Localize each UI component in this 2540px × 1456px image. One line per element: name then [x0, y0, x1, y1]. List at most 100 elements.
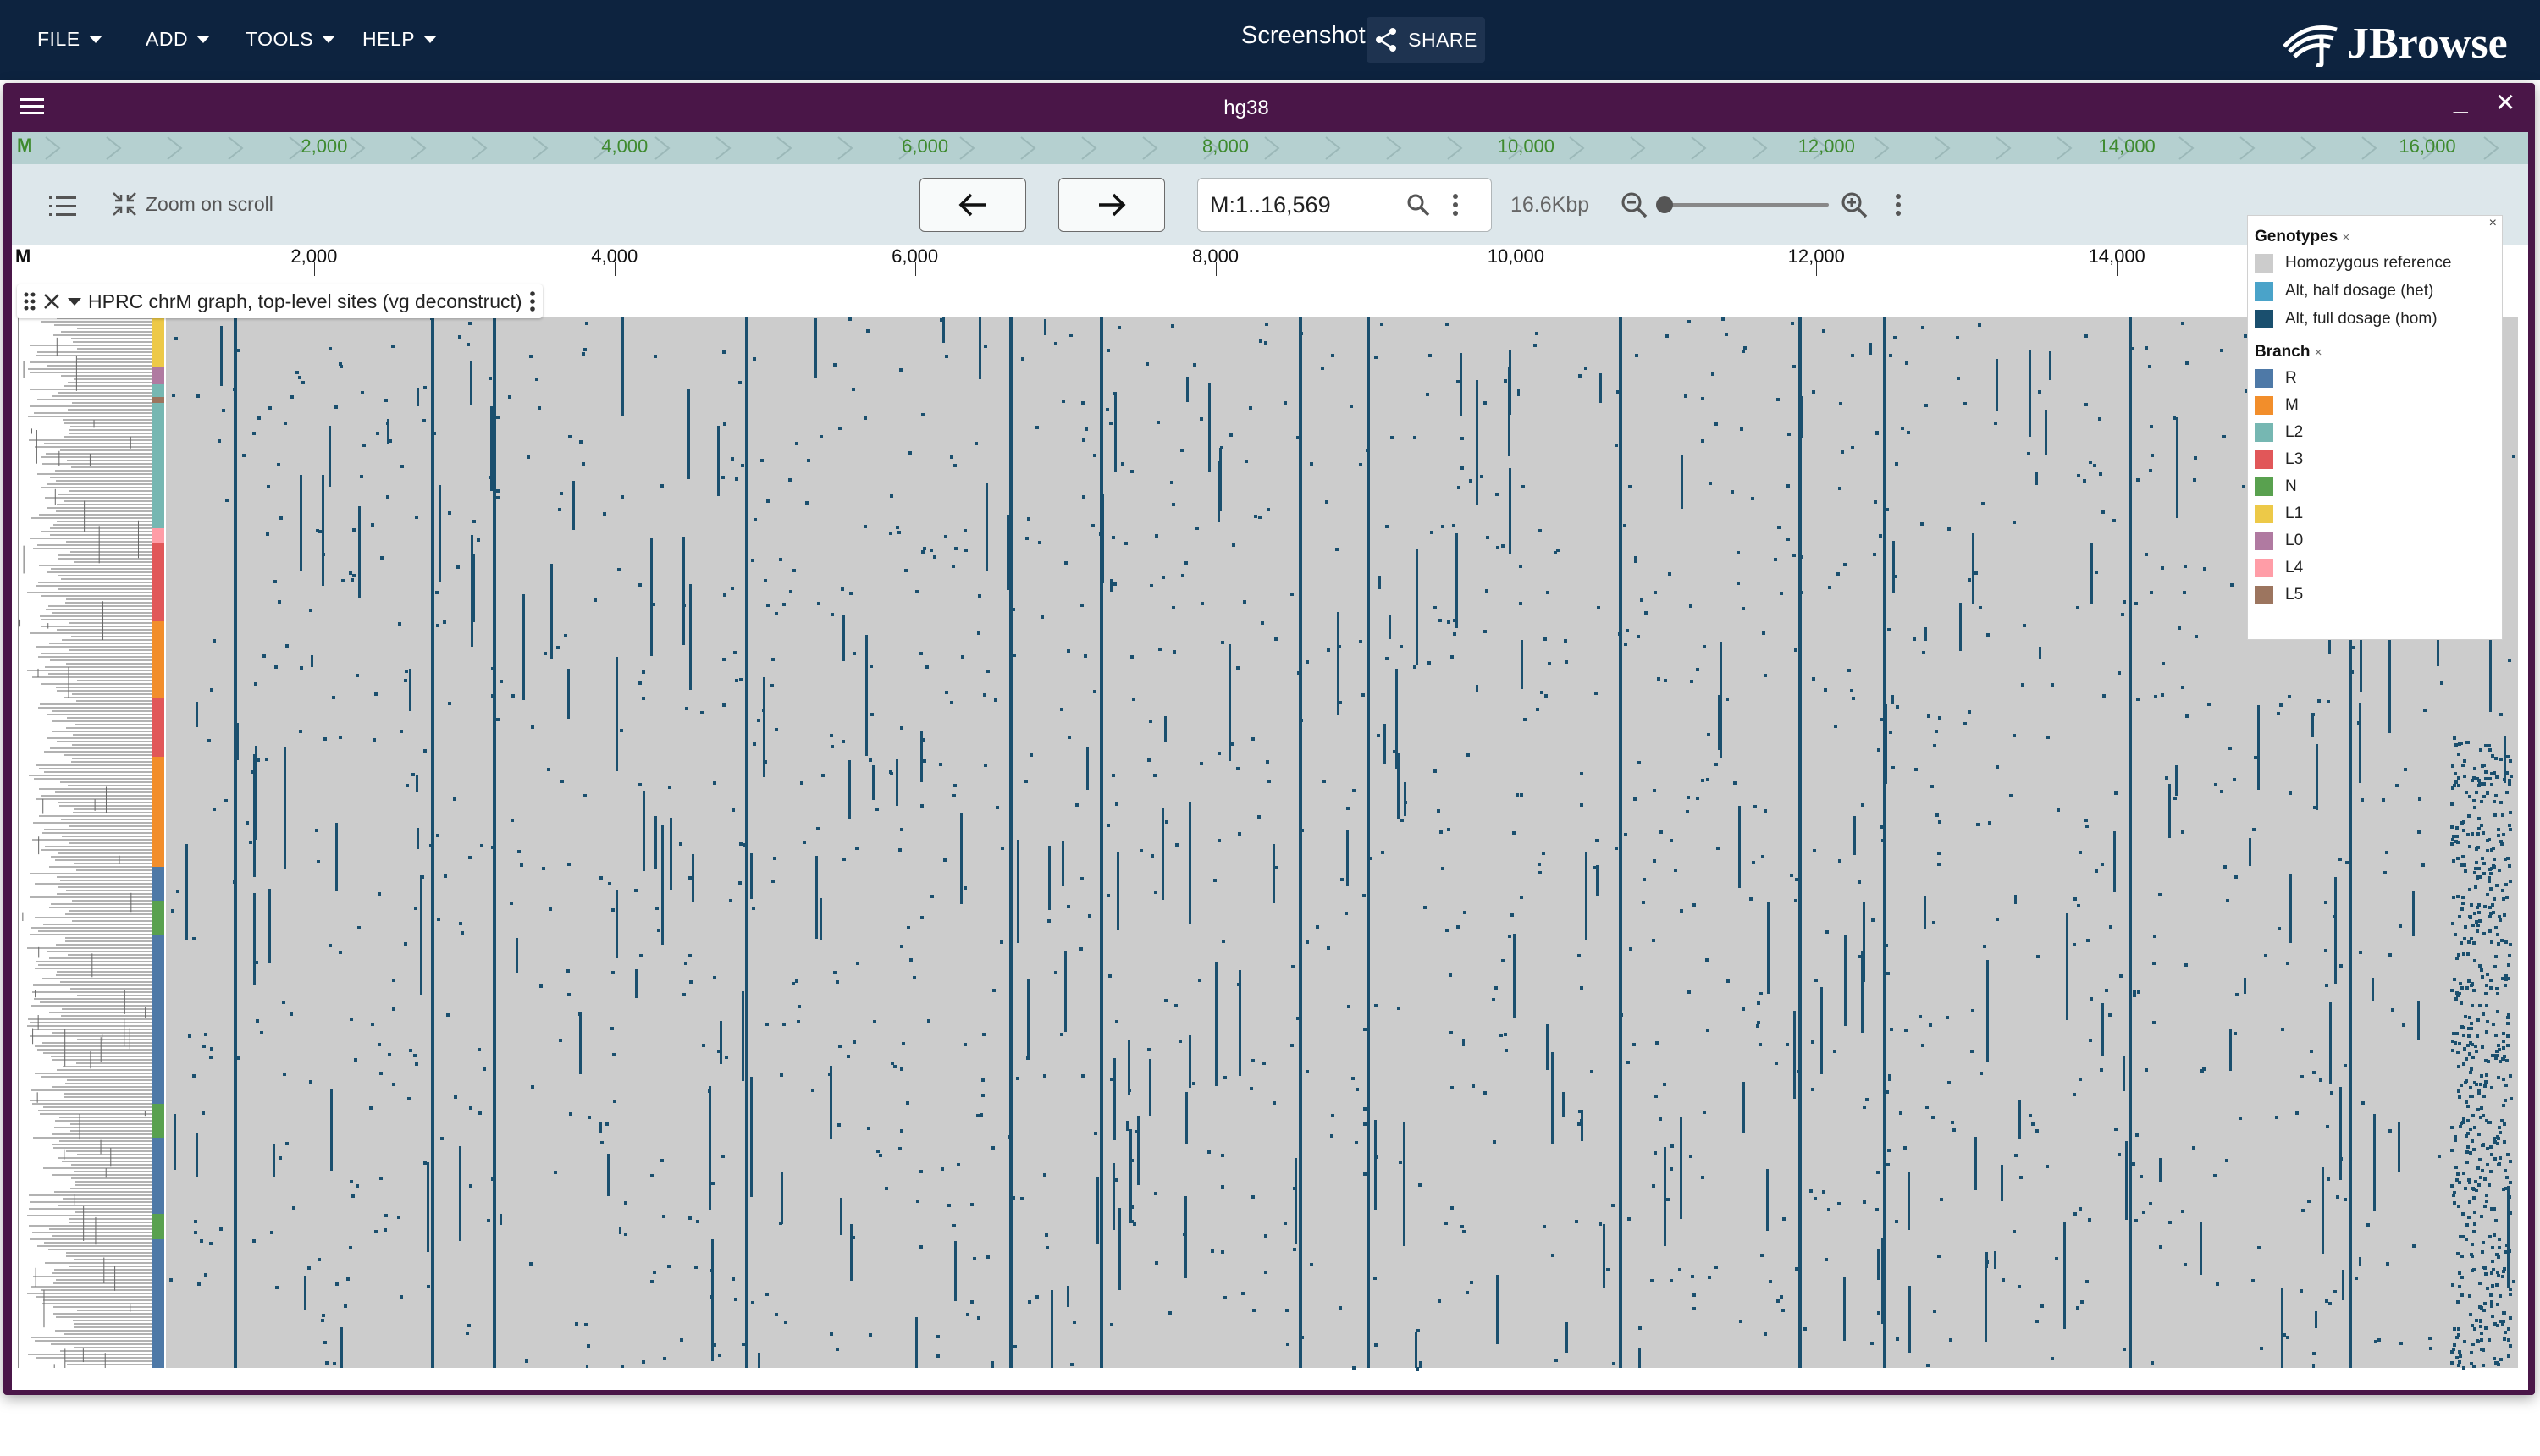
variant-call [1642, 901, 1645, 904]
legend-row-label: M [2285, 396, 2299, 414]
variant-call [1996, 765, 1999, 769]
variant-call [2451, 1283, 2454, 1287]
variant-call [1584, 367, 1588, 370]
variant-call [1811, 1040, 1814, 1044]
view-options-icon[interactable] [1895, 193, 1902, 217]
variant-call [171, 909, 174, 913]
more-vertical-icon[interactable] [1452, 193, 1459, 217]
branch-color-segment [152, 317, 164, 367]
tools-menu[interactable]: TOOLS [246, 24, 336, 54]
zoom-out-icon[interactable] [1621, 191, 1648, 218]
variant-call [1347, 1005, 1350, 1008]
minimize-button[interactable]: _ [2454, 86, 2468, 115]
zoom-on-scroll-toggle[interactable]: Zoom on scroll [112, 191, 273, 217]
variant-call [371, 523, 374, 527]
variant-call [792, 569, 796, 572]
variant-call [2223, 865, 2227, 869]
variant-segment [2329, 1002, 2332, 1084]
variant-call [837, 1123, 841, 1127]
variant-segment [2417, 1001, 2420, 1040]
variant-call [1635, 354, 1638, 357]
variant-call [1093, 454, 1096, 457]
track-menu-icon[interactable] [529, 290, 536, 312]
variant-call [517, 850, 521, 853]
add-menu[interactable]: ADD [146, 24, 211, 54]
legend-close-button[interactable]: × [2489, 216, 2497, 231]
variant-call [2454, 840, 2458, 843]
chevron-down-icon [322, 35, 336, 43]
variant-segment [1509, 468, 1511, 554]
zoom-slider-rail [1663, 203, 1829, 207]
variant-call [2512, 1280, 2515, 1283]
variant-call [351, 578, 354, 582]
zoom-in-icon[interactable] [1841, 191, 1868, 218]
overview-scalebar[interactable]: M 2,000 4,000 6,000 8,000 10,000 12,000 14,000… [12, 132, 2528, 164]
variant-call [1803, 1327, 1807, 1331]
coordinate-ruler[interactable]: M 2,000 4,000 6,000 8,000 10,000 12,000 14,000… [12, 245, 2528, 277]
variant-call [1800, 591, 1803, 594]
variant-call [1624, 833, 1627, 836]
variant-segment [1974, 1137, 1977, 1190]
variant-call [1654, 1151, 1657, 1155]
variant-segment [196, 702, 198, 727]
variant-call [2487, 1121, 2490, 1124]
search-icon[interactable] [1406, 193, 1430, 217]
variant-call [1000, 940, 1003, 944]
variant-segment [2359, 703, 2361, 783]
track-label[interactable]: HPRC chrM graph, top-level sites (vg dec… [17, 284, 543, 318]
variant-call [1450, 1206, 1454, 1210]
variant-segment [960, 813, 963, 904]
variant-call [694, 1266, 698, 1269]
file-menu[interactable]: FILE [37, 24, 102, 54]
zoom-slider-thumb[interactable] [1655, 196, 1673, 213]
variant-call [400, 465, 404, 468]
scroll-left-button[interactable] [919, 178, 1026, 232]
variant-call [2453, 1327, 2456, 1331]
session-name[interactable]: Screenshot [1241, 22, 1366, 50]
variant-call [1252, 1309, 1256, 1312]
variant-call [423, 386, 427, 389]
variant-call [1362, 894, 1366, 897]
variant-call [1985, 1260, 1989, 1264]
variant-call [710, 1269, 714, 1272]
variant-segment [2014, 895, 2017, 904]
variant-call [2476, 1034, 2479, 1038]
variant-call [1275, 866, 1278, 869]
branch-color-segment [152, 621, 164, 698]
variant-call [2482, 1012, 2485, 1016]
variant-call [2486, 893, 2489, 896]
location-search-input[interactable]: M:1..16,569 [1197, 178, 1492, 232]
variant-call [1456, 380, 1460, 383]
close-view-button[interactable]: × [2496, 86, 2515, 119]
help-menu[interactable]: HELP [362, 24, 438, 54]
genotypes-dismiss-button[interactable]: × [2342, 230, 2350, 245]
branch-dismiss-button[interactable]: × [2315, 345, 2322, 360]
variant-call [200, 1239, 203, 1243]
variant-call [1437, 809, 1440, 813]
variant-call [1462, 1230, 1466, 1233]
variant-segment [2018, 1100, 2021, 1139]
variant-call [764, 760, 767, 764]
variant-call [1080, 604, 1084, 607]
zoom-slider[interactable] [1655, 196, 1829, 213]
variant-call [435, 591, 439, 594]
variant-matrix[interactable] [12, 317, 2528, 1383]
track-selector-icon[interactable] [49, 195, 76, 218]
variant-call [2095, 571, 2098, 574]
variant-call [1924, 404, 1928, 407]
variant-call [1165, 820, 1168, 824]
variant-segment [329, 426, 331, 487]
variant-segment [311, 655, 313, 667]
scroll-right-button[interactable] [1058, 178, 1165, 232]
variant-segment [1581, 1110, 1583, 1141]
variant-call [2509, 759, 2512, 763]
close-track-icon[interactable] [42, 292, 61, 311]
variant-call [400, 1295, 403, 1299]
variant-call [1538, 871, 1542, 874]
variant-call [192, 937, 196, 940]
variant-call [2506, 1016, 2510, 1019]
share-button[interactable]: SHARE [1367, 17, 1485, 63]
track-collapse-icon[interactable] [68, 297, 81, 306]
variant-call [1221, 1185, 1224, 1189]
drag-handle-icon[interactable] [24, 292, 36, 311]
